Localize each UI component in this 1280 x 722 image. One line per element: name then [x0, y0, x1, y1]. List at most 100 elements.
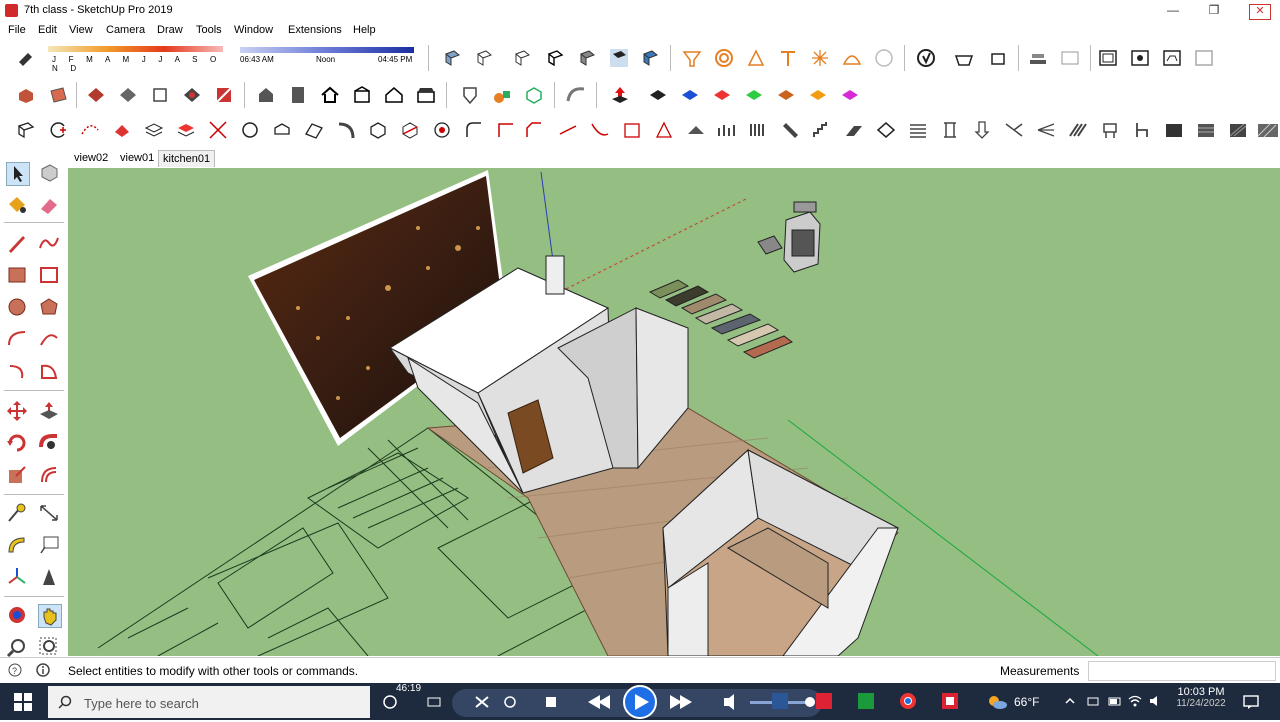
- shield-icon[interactable]: [460, 85, 480, 105]
- solid-split-icon[interactable]: [214, 85, 234, 105]
- bezier-curve-icon[interactable]: [80, 120, 100, 140]
- info-icon[interactable]: [36, 663, 50, 677]
- menu-tools[interactable]: Tools: [196, 24, 222, 36]
- solid-union-icon[interactable]: [16, 85, 36, 105]
- menu-draw[interactable]: Draw: [157, 24, 183, 36]
- extrude-edges-icon[interactable]: [16, 120, 36, 140]
- eraser-pencil-icon[interactable]: [16, 48, 36, 68]
- scene-tab-view01[interactable]: view01: [116, 150, 158, 166]
- rectangle-tool[interactable]: [6, 264, 28, 286]
- eraser-tool[interactable]: [38, 194, 60, 216]
- solid-grid-icon[interactable]: [48, 85, 68, 105]
- joint-push-pull-icon[interactable]: [208, 120, 228, 140]
- curviloft-icon[interactable]: [304, 120, 324, 140]
- stair-icon[interactable]: [780, 120, 800, 140]
- battery-icon[interactable]: [1108, 694, 1122, 708]
- minimize-button[interactable]: —: [1155, 0, 1191, 22]
- three-point-arc-tool[interactable]: [6, 360, 28, 382]
- book-icon[interactable]: [288, 85, 308, 105]
- paint-shapes-icon[interactable]: [492, 85, 512, 105]
- fillet-icon[interactable]: [464, 120, 484, 140]
- extension-warehouse-icon[interactable]: [988, 48, 1008, 68]
- pie-tool[interactable]: [38, 360, 60, 382]
- taskbar-search[interactable]: Type here to search: [48, 686, 370, 718]
- window-tool-icon[interactable]: [622, 120, 642, 140]
- round-corner-icon[interactable]: [240, 120, 260, 140]
- line-tool-icon[interactable]: [558, 120, 578, 140]
- speaker-icon[interactable]: [1148, 694, 1162, 708]
- fan-lines-icon[interactable]: [1036, 120, 1056, 140]
- outliner-icon[interactable]: [1060, 48, 1080, 68]
- sandbox-icon[interactable]: [810, 48, 830, 68]
- layers-stack-icon[interactable]: [144, 120, 164, 140]
- building-icon[interactable]: [352, 85, 372, 105]
- crosshatch-icon[interactable]: [1228, 120, 1248, 140]
- curve-tool-icon[interactable]: [566, 85, 586, 105]
- pipe-along-path-icon[interactable]: [336, 120, 356, 140]
- solid-subtract-icon[interactable]: [150, 85, 170, 105]
- wifi-icon[interactable]: [1128, 694, 1142, 708]
- warehouse-house-icon[interactable]: [256, 85, 276, 105]
- restore-button[interactable]: ❐: [1196, 0, 1232, 22]
- shaded-textures-style-icon[interactable]: [609, 48, 629, 68]
- stamp-icon[interactable]: [874, 48, 894, 68]
- chrome-app-icon[interactable]: [898, 691, 918, 711]
- cut-tool-icon[interactable]: [400, 120, 420, 140]
- text-tool[interactable]: [38, 534, 60, 556]
- window-frame-icon[interactable]: [1098, 48, 1118, 68]
- chevron-up-icon[interactable]: [1064, 695, 1076, 707]
- model-viewport[interactable]: [68, 168, 1280, 656]
- push-pull-green-icon[interactable]: [744, 85, 764, 105]
- monochrome-style-icon[interactable]: [640, 48, 660, 68]
- menu-extensions[interactable]: Extensions: [288, 24, 342, 36]
- layer-manager-icon[interactable]: [1028, 48, 1048, 68]
- tape-measure-tool[interactable]: [6, 502, 28, 524]
- offset-tool[interactable]: [38, 464, 60, 486]
- seat-icon[interactable]: [1100, 120, 1120, 140]
- shape-bender-icon[interactable]: [112, 120, 132, 140]
- column-icon[interactable]: [940, 120, 960, 140]
- follow-me-tool[interactable]: [38, 432, 60, 454]
- array-grid-icon[interactable]: [748, 120, 768, 140]
- hiddenline-style-icon[interactable]: [545, 48, 565, 68]
- louver-icon[interactable]: [908, 120, 928, 140]
- stop-icon[interactable]: [546, 697, 556, 707]
- triangle-tool-icon[interactable]: [654, 120, 674, 140]
- display-section-icon[interactable]: [714, 48, 734, 68]
- solid-trim-icon[interactable]: [182, 85, 202, 105]
- push-pull-brown-icon[interactable]: [776, 85, 796, 105]
- rotated-rectangle-tool[interactable]: [38, 264, 60, 286]
- menu-edit[interactable]: Edit: [38, 24, 57, 36]
- display-section-cuts-icon[interactable]: [746, 48, 766, 68]
- roof-icon[interactable]: [876, 120, 896, 140]
- menu-camera[interactable]: Camera: [106, 24, 145, 36]
- push-pull-magenta-icon[interactable]: [840, 85, 860, 105]
- two-point-arc-tool[interactable]: [38, 328, 60, 350]
- garage-icon[interactable]: [416, 85, 436, 105]
- menu-help[interactable]: Help: [353, 24, 376, 36]
- make-component-tool[interactable]: [38, 162, 60, 184]
- line-tool[interactable]: [6, 232, 28, 254]
- network-icon[interactable]: [1086, 694, 1100, 708]
- window-car-icon[interactable]: [1162, 48, 1182, 68]
- shadow-time-slider[interactable]: 06:43 AM Noon 04:45 PM: [238, 45, 418, 71]
- backedges-style-icon[interactable]: [474, 48, 494, 68]
- axes-tool[interactable]: [6, 566, 28, 588]
- freehand-tool[interactable]: [38, 232, 60, 254]
- window-lock-icon[interactable]: [1194, 48, 1214, 68]
- hole-tool-icon[interactable]: [432, 120, 452, 140]
- steps-icon[interactable]: [812, 120, 832, 140]
- word-app-icon[interactable]: [770, 691, 790, 711]
- pan-tool[interactable]: [38, 604, 62, 628]
- 3d-warehouse-icon[interactable]: [954, 48, 974, 68]
- push-pull-tool[interactable]: [38, 400, 60, 422]
- texture-wall-icon[interactable]: [1196, 120, 1216, 140]
- house-outline-icon[interactable]: [384, 85, 404, 105]
- windows-start-icon[interactable]: [14, 693, 32, 711]
- play-icon[interactable]: [623, 685, 657, 719]
- menu-file[interactable]: File: [8, 24, 26, 36]
- section-fill-icon[interactable]: [778, 48, 798, 68]
- flatten-icon[interactable]: [686, 120, 706, 140]
- hatch-icon[interactable]: [1068, 120, 1088, 140]
- dimension-tool[interactable]: [38, 502, 60, 524]
